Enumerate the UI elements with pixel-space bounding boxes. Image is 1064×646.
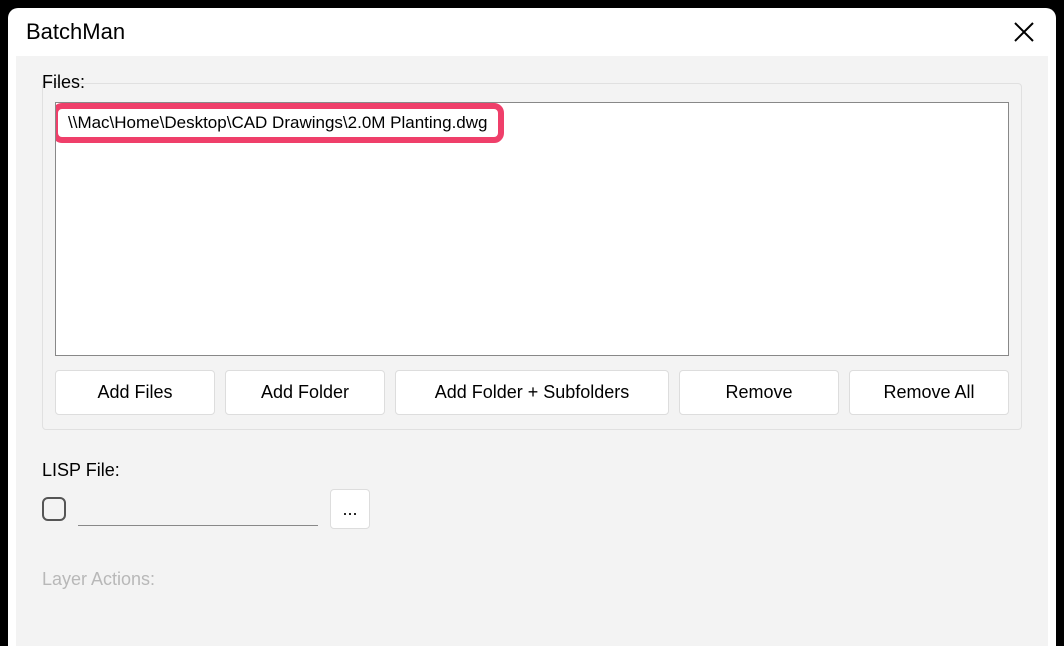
- dialog-window: BatchMan Files: \\Mac\Home\Desktop\CAD D…: [8, 8, 1056, 646]
- files-group: Files: \\Mac\Home\Desktop\CAD Drawings\2…: [42, 56, 1022, 430]
- files-fieldset: \\Mac\Home\Desktop\CAD Drawings\2.0M Pla…: [42, 83, 1022, 430]
- lisp-section: LISP File: ...: [42, 460, 1022, 529]
- remove-all-button[interactable]: Remove All: [849, 370, 1009, 415]
- add-folder-subfolders-button[interactable]: Add Folder + Subfolders: [395, 370, 669, 415]
- lisp-checkbox[interactable]: [42, 497, 66, 521]
- close-icon: [1012, 20, 1036, 44]
- lisp-label: LISP File:: [42, 460, 1022, 481]
- file-item[interactable]: \\Mac\Home\Desktop\CAD Drawings\2.0M Pla…: [68, 113, 488, 133]
- files-listbox[interactable]: \\Mac\Home\Desktop\CAD Drawings\2.0M Pla…: [55, 102, 1009, 356]
- add-folder-button[interactable]: Add Folder: [225, 370, 385, 415]
- remove-button[interactable]: Remove: [679, 370, 839, 415]
- lisp-browse-button[interactable]: ...: [330, 489, 370, 529]
- highlight-annotation: \\Mac\Home\Desktop\CAD Drawings\2.0M Pla…: [55, 103, 504, 143]
- lisp-file-input[interactable]: [78, 492, 318, 526]
- close-button[interactable]: [1010, 18, 1038, 46]
- dialog-content: Files: \\Mac\Home\Desktop\CAD Drawings\2…: [16, 56, 1048, 646]
- files-button-row: Add Files Add Folder Add Folder + Subfol…: [55, 370, 1009, 415]
- layer-actions-label: Layer Actions:: [42, 569, 1022, 590]
- titlebar: BatchMan: [8, 8, 1056, 56]
- layer-actions-section: Layer Actions:: [42, 569, 1022, 590]
- lisp-row: ...: [42, 489, 1022, 529]
- add-files-button[interactable]: Add Files: [55, 370, 215, 415]
- window-title: BatchMan: [26, 19, 125, 45]
